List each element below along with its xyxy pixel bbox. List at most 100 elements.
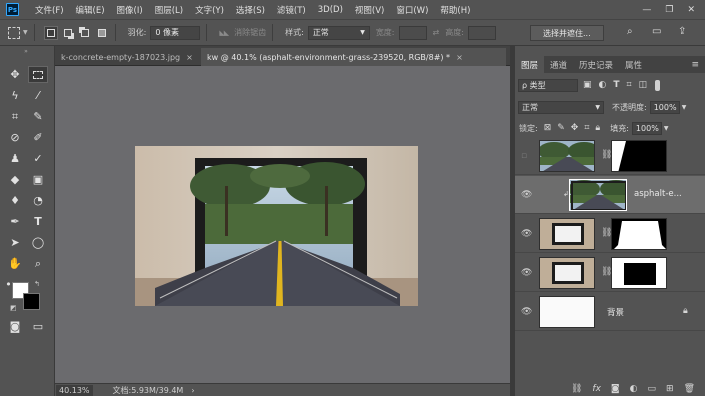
menu-filter[interactable]: 滤镜(T) <box>271 4 312 16</box>
layer-name[interactable]: 背景 <box>607 306 624 318</box>
layer-row[interactable]: ▫ ⛓ <box>515 137 705 175</box>
canvas-workspace[interactable] <box>55 66 510 383</box>
lasso-tool-icon[interactable]: ϟ <box>5 87 25 104</box>
healing-brush-tool-icon[interactable]: ⊘ <box>5 129 25 146</box>
marquee-preset-icon[interactable] <box>8 26 20 39</box>
fx-icon[interactable]: fx <box>592 384 601 394</box>
layer-row[interactable]: 👁︎ ⛓ <box>515 254 705 292</box>
menu-type[interactable]: 文字(Y) <box>189 4 230 16</box>
menu-3d[interactable]: 3D(D) <box>312 5 349 15</box>
menu-file[interactable]: 文件(F) <box>29 4 70 16</box>
filter-toggle-icon[interactable] <box>655 79 661 91</box>
share-icon[interactable]: ⇪ <box>678 26 686 37</box>
collapse-icon[interactable]: » <box>16 48 36 55</box>
layer-row-selected[interactable]: 👁︎ ↲ asphalt-e... <box>515 176 705 214</box>
menu-layer[interactable]: 图层(L) <box>149 4 189 16</box>
feather-input[interactable]: 0 像素 <box>150 25 201 40</box>
lock-all-icon[interactable]: 🔒︎ <box>595 123 600 133</box>
layer-row[interactable]: 👁︎ ⛓ <box>515 215 705 253</box>
fill-input[interactable]: 100% <box>631 121 662 135</box>
trash-icon[interactable]: 🗑︎ <box>684 384 695 394</box>
panel-menu-icon[interactable]: ≡ <box>691 56 705 73</box>
clone-stamp-tool-icon[interactable]: ♟ <box>5 150 25 167</box>
lock-artboard-icon[interactable]: ⌗ <box>584 123 589 133</box>
swap-icon[interactable]: ⇄ <box>433 28 440 37</box>
eraser-tool-icon[interactable]: ◆ <box>5 171 25 188</box>
visibility-eye-icon[interactable]: 👁︎ <box>521 229 532 239</box>
background-color-swatch[interactable] <box>23 293 40 310</box>
visibility-toggle-hidden[interactable]: ▫ <box>521 151 527 161</box>
ellipse-tool-icon[interactable]: ◯ <box>28 234 48 251</box>
tab-concrete-empty[interactable]: k-concrete-empty-187023.jpg × <box>55 48 197 66</box>
menu-select[interactable]: 选择(S) <box>230 4 271 16</box>
magic-wand-tool-icon[interactable]: ⁄ <box>28 87 48 104</box>
tab-channels[interactable]: 通道 <box>544 56 573 73</box>
new-selection-icon[interactable] <box>43 25 58 40</box>
antialias-checkbox[interactable]: ◣◣ <box>219 29 229 37</box>
chevron-down-icon[interactable]: ▼ <box>664 125 669 132</box>
shape-filter-icon[interactable]: ⌗ <box>627 80 632 90</box>
mask-icon[interactable]: ◙ <box>611 384 620 394</box>
tab-layers[interactable]: 图层 <box>515 56 545 73</box>
opacity-input[interactable]: 100% <box>649 100 680 114</box>
swap-colors-icon[interactable]: ↰ <box>34 280 40 288</box>
add-selection-icon[interactable] <box>61 26 75 40</box>
layer-name[interactable]: asphalt-e... <box>634 189 682 199</box>
type-filter-icon[interactable]: T <box>613 80 619 90</box>
restore-button[interactable]: ❐ <box>665 5 673 15</box>
chevron-down-icon[interactable]: ▼ <box>682 104 687 111</box>
visibility-eye-icon[interactable]: 👁︎ <box>521 307 532 317</box>
visibility-eye-icon[interactable]: 👁︎ <box>521 268 532 278</box>
path-selection-tool-icon[interactable]: ➤ <box>5 234 25 251</box>
type-tool-icon[interactable]: T <box>28 213 48 230</box>
tab-properties[interactable]: 属性 <box>619 56 648 73</box>
crop-tool-icon[interactable]: ⌗ <box>5 108 25 125</box>
gradient-tool-icon[interactable]: ▣ <box>28 171 48 188</box>
move-tool-icon[interactable]: ✥ <box>5 66 25 83</box>
close-icon[interactable]: × <box>456 53 463 62</box>
history-brush-tool-icon[interactable]: ✓ <box>28 150 48 167</box>
menu-edit[interactable]: 编辑(E) <box>70 4 111 16</box>
default-colors-icon[interactable]: ◩ <box>10 304 17 312</box>
blur-tool-icon[interactable]: ♦ <box>5 192 25 209</box>
layer-row-background[interactable]: 👁︎ 背景 🔒︎ <box>515 293 705 331</box>
layer-filter-select[interactable]: ρ 类型 <box>518 78 578 92</box>
chevron-right-icon[interactable]: › <box>191 386 194 395</box>
dodge-tool-icon[interactable]: ◔ <box>28 192 48 209</box>
blend-mode-select[interactable]: 正常 ▼ <box>518 100 604 114</box>
quick-mask-icon[interactable]: ◙ <box>5 318 25 335</box>
lock-transparent-icon[interactable]: ⊠ <box>544 123 552 133</box>
zoom-level[interactable]: 40.13% <box>56 384 93 396</box>
new-layer-icon[interactable]: ⊞ <box>666 384 674 394</box>
image-filter-icon[interactable]: ▣ <box>583 80 592 90</box>
tab-kw[interactable]: kw @ 40.1% (asphalt-environment-grass-23… <box>201 48 506 66</box>
minimize-button[interactable]: — <box>642 5 651 15</box>
intersect-selection-icon[interactable] <box>95 26 109 40</box>
height-input[interactable] <box>467 25 496 40</box>
visibility-eye-icon[interactable]: 👁︎ <box>521 190 532 200</box>
adjustment-icon[interactable]: ◐ <box>630 384 638 394</box>
group-icon[interactable]: ▭ <box>648 384 657 394</box>
adjustment-filter-icon[interactable]: ◐ <box>599 80 607 90</box>
select-and-mask-button[interactable]: 选择并遮住... <box>530 25 604 41</box>
menu-window[interactable]: 窗口(W) <box>390 4 434 16</box>
close-button[interactable]: ✕ <box>687 5 695 15</box>
rectangular-marquee-tool-icon[interactable] <box>28 66 48 83</box>
link-icon[interactable]: ⛓ <box>571 384 582 394</box>
hand-tool-icon[interactable]: ✋ <box>5 255 25 272</box>
smart-object-filter-icon[interactable]: ◫ <box>639 80 648 90</box>
chevron-down-icon[interactable]: ▼ <box>23 29 28 36</box>
lock-position-icon[interactable]: ✥ <box>571 123 579 133</box>
style-select[interactable]: 正常 ▼ <box>307 25 370 40</box>
menu-help[interactable]: 帮助(H) <box>434 4 476 16</box>
brush-tool-icon[interactable]: ✐ <box>28 129 48 146</box>
pen-tool-icon[interactable]: ✒ <box>5 213 25 230</box>
tab-history[interactable]: 历史记录 <box>573 56 619 73</box>
subtract-selection-icon[interactable] <box>78 26 92 40</box>
search-icon[interactable]: ⌕ <box>627 26 633 37</box>
close-icon[interactable]: × <box>186 53 193 62</box>
zoom-tool-icon[interactable]: ⌕ <box>28 255 48 272</box>
screen-mode-icon[interactable]: ▭ <box>28 318 48 335</box>
workspace-icon[interactable]: ▭ <box>652 26 661 37</box>
lock-image-icon[interactable]: ✎ <box>557 123 565 133</box>
